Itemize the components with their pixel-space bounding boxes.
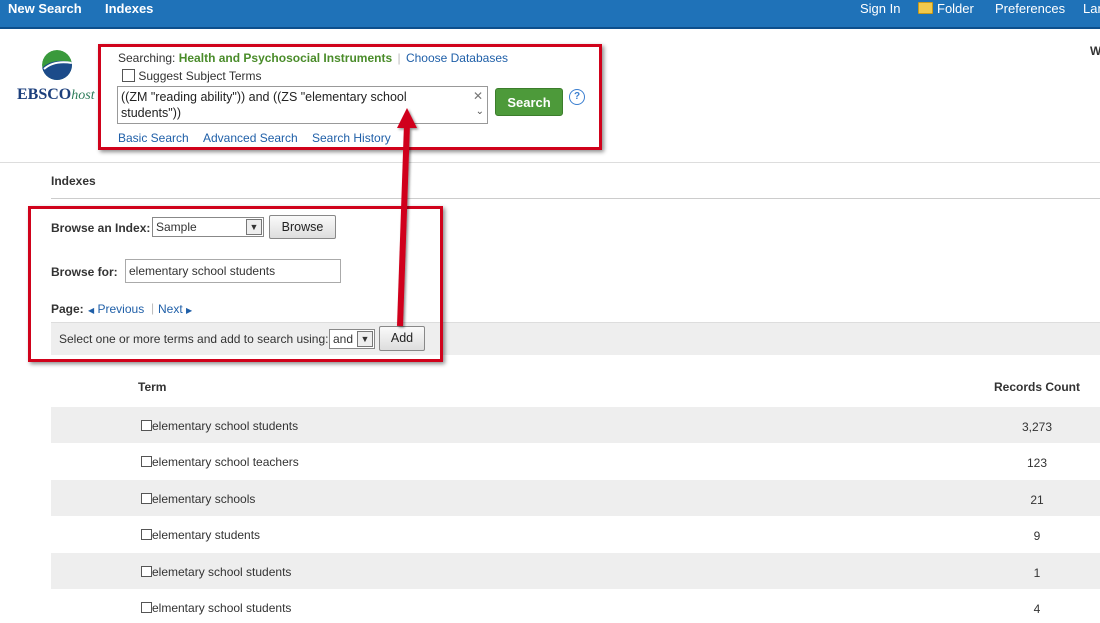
- row-checkbox[interactable]: [141, 493, 152, 504]
- welcome-text: W: [1090, 44, 1100, 58]
- row-count: 21: [1030, 493, 1044, 507]
- row-count: 9: [1033, 529, 1041, 543]
- row-checkbox[interactable]: [141, 456, 152, 467]
- table-row[interactable]: elementary school teachers: [141, 455, 299, 469]
- header-divider: [0, 162, 1100, 163]
- indexes-divider: [51, 198, 1100, 199]
- nav-indexes[interactable]: Indexes: [105, 0, 153, 17]
- row-term: elemetary school students: [152, 565, 292, 579]
- nav-folder[interactable]: Folder: [918, 0, 974, 17]
- row-checkbox[interactable]: [141, 420, 152, 431]
- row-term: elementary schools: [152, 492, 256, 506]
- logo-text: EBSCO: [17, 86, 72, 103]
- row-term: elmentary school students: [152, 601, 292, 615]
- table-row[interactable]: elementary students: [141, 528, 260, 542]
- nav-languages[interactable]: Lan: [1083, 0, 1100, 17]
- row-checkbox[interactable]: [141, 566, 152, 577]
- browse-highlight-box: [28, 206, 443, 362]
- table-row[interactable]: elemetary school students: [141, 565, 291, 579]
- row-count: 1: [1033, 566, 1041, 580]
- row-count: 123: [1026, 456, 1048, 470]
- row-term: elementary students: [152, 528, 261, 542]
- ebsco-logo-icon: [42, 50, 72, 80]
- row-checkbox[interactable]: [141, 602, 152, 613]
- row-count: 3,273: [1021, 420, 1053, 434]
- nav-folder-label: Folder: [937, 1, 974, 16]
- nav-new-search[interactable]: New Search: [8, 0, 82, 17]
- row-count: 4: [1033, 602, 1041, 616]
- table-row[interactable]: elementary school students: [141, 419, 298, 433]
- logo-subtext: host: [71, 88, 95, 103]
- nav-preferences[interactable]: Preferences: [995, 0, 1065, 17]
- ebsco-logo[interactable]: EBSCOhost: [17, 86, 95, 104]
- term-column-header: Term: [138, 380, 167, 394]
- search-highlight-box: [98, 44, 602, 150]
- table-row[interactable]: elementary schools: [141, 492, 255, 506]
- records-count-column-header: Records Count: [994, 380, 1081, 394]
- nav-sign-in[interactable]: Sign In: [860, 0, 900, 17]
- folder-icon: [918, 2, 933, 14]
- row-checkbox[interactable]: [141, 529, 152, 540]
- row-term: elementary school students: [152, 419, 299, 433]
- table-row[interactable]: elmentary school students: [141, 601, 291, 615]
- row-term: elementary school teachers: [152, 455, 299, 469]
- indexes-heading: Indexes: [51, 174, 96, 188]
